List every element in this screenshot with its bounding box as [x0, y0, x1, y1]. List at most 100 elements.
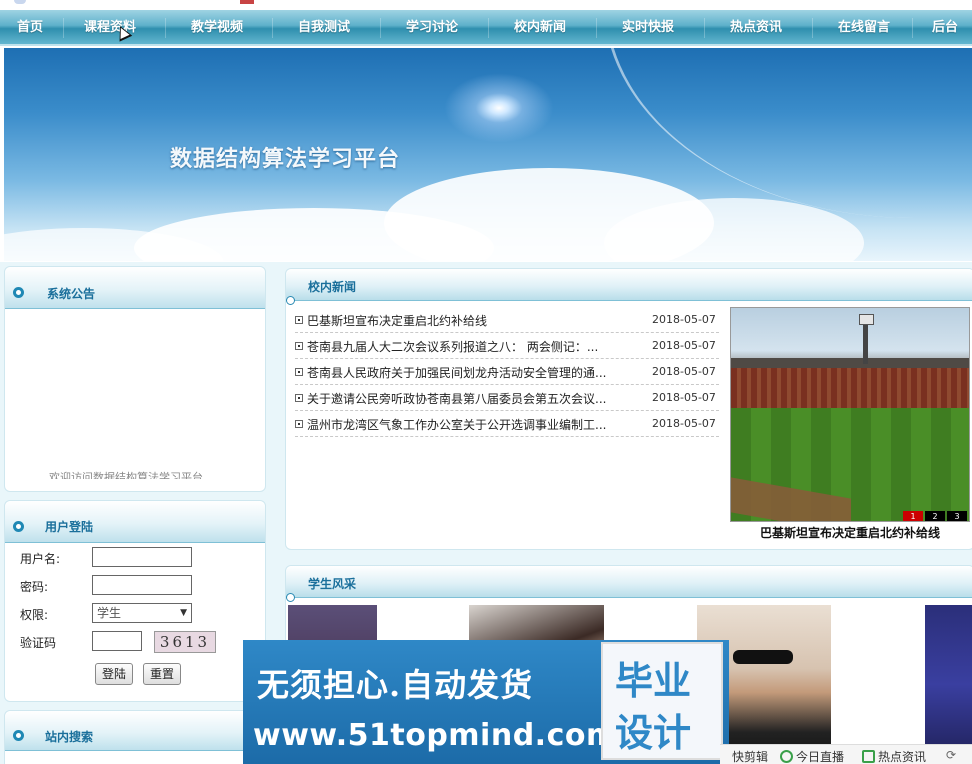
role-select[interactable]: 学生 ▼: [92, 603, 192, 623]
role-row: 权限: 学生 ▼: [20, 603, 260, 623]
ad-slogan: 无须担心.自动发货: [257, 666, 534, 704]
notice-title: 系统公告: [47, 287, 96, 301]
login-buttons: 登陆 重置: [20, 663, 260, 685]
nav-hot-info[interactable]: 热点资讯: [730, 10, 782, 46]
nav-self-test[interactable]: 自我测试: [298, 10, 350, 46]
role-label: 权限:: [20, 608, 49, 622]
ad-banner[interactable]: 无须担心.自动发货 www.51topmind.com 毕业 设计: [243, 640, 729, 764]
bullet-icon: [13, 287, 24, 298]
pager-3[interactable]: 3: [947, 511, 967, 521]
photo-pager: 123: [901, 508, 967, 521]
news-item[interactable]: 关于邀请公民旁听政协苍南县第八届委员会第五次会议... 2018-05-07: [295, 385, 719, 411]
notice-header: 系统公告: [5, 267, 265, 309]
notice-box: 系统公告 欢迎访问数据结构算法学习平台: [4, 266, 266, 492]
bullet-icon: [295, 342, 303, 350]
news-item-date: 2018-05-07: [652, 365, 716, 378]
nav-divider: [63, 18, 64, 38]
nav-divider: [812, 18, 813, 38]
floodlight-tower: [859, 314, 874, 364]
news-item-title[interactable]: 苍南县人民政府关于加强民间划龙舟活动安全管理的通...: [307, 364, 617, 381]
news-item-date: 2018-05-07: [652, 391, 716, 404]
galaxy-graphic: [444, 73, 554, 143]
captcha-input[interactable]: [92, 631, 142, 651]
pager-1[interactable]: 1: [903, 511, 923, 521]
student-photo[interactable]: [925, 605, 972, 764]
nav-divider: [596, 18, 597, 38]
password-input[interactable]: [92, 575, 192, 595]
nav-home[interactable]: 首页: [17, 10, 43, 46]
nav-divider: [380, 18, 381, 38]
nav-campus-news[interactable]: 校内新闻: [514, 10, 566, 46]
news-item[interactable]: 苍南县人民政府关于加强民间划龙舟活动安全管理的通... 2018-05-07: [295, 359, 719, 385]
login-header: 用户登陆: [5, 501, 265, 543]
photo-caption[interactable]: 巴基斯坦宣布决定重启北约补给线: [730, 524, 970, 541]
reset-button[interactable]: 重置: [143, 663, 182, 685]
news-item-title[interactable]: 巴基斯坦宣布决定重启北约补给线: [307, 312, 617, 329]
password-label: 密码:: [20, 580, 49, 594]
username-row: 用户名:: [20, 547, 260, 567]
status-label: 今日直播: [796, 750, 845, 764]
refresh-icon[interactable]: ⟳: [946, 748, 956, 762]
login-title: 用户登陆: [45, 520, 94, 534]
bullet-icon: [13, 730, 24, 741]
captcha-label: 验证码: [20, 636, 57, 650]
knob-icon: [286, 296, 295, 305]
news-item[interactable]: 苍南县九届人大二次会议系列报道之八： 两会侧记：... 2018-05-07: [295, 333, 719, 359]
notice-scroll-text: 欢迎访问数据结构算法学习平台: [49, 471, 203, 479]
captcha-image[interactable]: 3613: [154, 631, 216, 653]
news-item[interactable]: 温州市龙湾区气象工作办公室关于公开选调事业编制工... 2018-05-07: [295, 411, 719, 437]
ad-url: www.51topmind.com: [253, 718, 618, 753]
news-item[interactable]: 巴基斯坦宣布决定重启北约补给线 2018-05-07: [295, 307, 719, 333]
nav-message-board[interactable]: 在线留言: [838, 10, 890, 46]
search-box: 站内搜索: [4, 710, 266, 764]
status-label: 热点资讯: [878, 750, 927, 764]
pager-2[interactable]: 2: [925, 511, 945, 521]
news-photo[interactable]: 123: [730, 307, 970, 522]
tab-icon: [14, 0, 26, 4]
news-item-date: 2018-05-07: [652, 417, 716, 430]
stadium-stand: [731, 368, 969, 408]
hero-banner: 数据结构算法学习平台: [4, 48, 972, 261]
password-row: 密码:: [20, 575, 260, 595]
students-header: 学生风采: [286, 566, 972, 602]
nav-divider: [912, 18, 913, 38]
main-nav: 首页 课程资料 教学视频 自我测试 学习讨论 校内新闻 实时快报 热点资讯 在线…: [0, 10, 972, 46]
status-live-today[interactable]: 今日直播: [780, 748, 844, 764]
login-box: 用户登陆 用户名: 密码: 权限: 学生 ▼ 验证码 3613 登陆 重置: [4, 500, 266, 702]
sunglasses: [733, 650, 793, 664]
ad-badge-line2: 设计: [615, 710, 692, 755]
bullet-icon: [295, 420, 303, 428]
ad-badge: 毕业 设计: [601, 642, 723, 760]
news-title: 校内新闻: [308, 280, 357, 294]
nav-divider: [272, 18, 273, 38]
username-input[interactable]: [92, 547, 192, 567]
nav-divider: [488, 18, 489, 38]
bullet-icon: [13, 521, 24, 532]
news-item-title[interactable]: 苍南县九届人大二次会议系列报道之八： 两会侧记：...: [307, 338, 617, 355]
students-title: 学生风采: [308, 577, 357, 591]
nav-live-news[interactable]: 实时快报: [622, 10, 674, 46]
captcha-row: 验证码 3613: [20, 631, 260, 653]
news-item-title[interactable]: 温州市龙湾区气象工作办公室关于公开选调事业编制工...: [307, 416, 617, 433]
nav-divider: [165, 18, 166, 38]
status-hot-info[interactable]: 热点资讯: [862, 748, 926, 764]
status-bar: 快剪辑 今日直播 热点资讯 ⟳: [720, 744, 972, 764]
bullet-icon: [295, 316, 303, 324]
login-button[interactable]: 登陆: [95, 663, 134, 685]
status-quick-edit[interactable]: 快剪辑: [732, 748, 768, 764]
news-item-date: 2018-05-07: [652, 313, 716, 326]
news-item-title[interactable]: 关于邀请公民旁听政协苍南县第八届委员会第五次会议...: [307, 390, 617, 407]
role-select-value: 学生: [97, 606, 122, 620]
nav-discussion[interactable]: 学习讨论: [406, 10, 458, 46]
play-icon: [780, 750, 793, 763]
nav-divider: [704, 18, 705, 38]
bullet-icon: [295, 368, 303, 376]
chevron-down-icon: ▼: [180, 608, 187, 618]
nav-teaching-videos[interactable]: 教学视频: [191, 10, 243, 46]
tab-icon: [240, 0, 254, 4]
username-label: 用户名:: [20, 552, 61, 566]
search-title: 站内搜索: [45, 730, 94, 744]
news-header: 校内新闻: [286, 269, 972, 305]
news-item-date: 2018-05-07: [652, 339, 716, 352]
nav-admin[interactable]: 后台: [932, 10, 958, 46]
